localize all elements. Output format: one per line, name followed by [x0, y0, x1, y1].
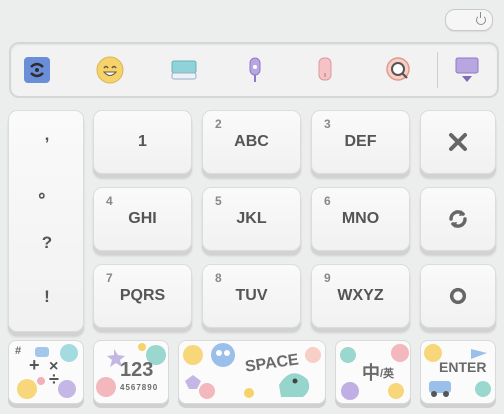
enter-key-label: ENTER: [439, 359, 487, 375]
delete-icon: [421, 111, 495, 173]
keyboard-icon[interactable]: [168, 54, 200, 86]
microphone-icon[interactable]: [239, 54, 271, 86]
language-switch-sub: /英: [380, 368, 395, 380]
key-7-label: PQRS: [119, 287, 166, 304]
toolbar-divider: [437, 52, 438, 88]
keyboard-toolbar: [9, 42, 499, 98]
key-9-label: WXYZ: [337, 287, 384, 304]
punct-exclamation-key[interactable]: !: [9, 287, 85, 307]
numbers-key-sub: 4567890: [120, 383, 159, 392]
key-2-label: ABC: [234, 133, 269, 150]
punct-period-key[interactable]: 。: [9, 177, 85, 202]
hide-keyboard-icon[interactable]: [451, 54, 483, 86]
refresh-icon: [421, 188, 495, 250]
emoji-icon[interactable]: [94, 54, 126, 86]
symbols-key-label: #: [15, 345, 22, 357]
enter-key[interactable]: ENTER: [420, 340, 496, 404]
key-8[interactable]: 8 TUV: [202, 264, 301, 328]
key-1-label: 1: [138, 133, 147, 150]
punct-comma-key[interactable]: ,: [9, 125, 85, 145]
key-4[interactable]: 4 GHI: [93, 187, 192, 251]
search-icon[interactable]: [383, 54, 415, 86]
key-8-label: TUV: [235, 287, 268, 304]
numbers-key[interactable]: 123 4567890: [93, 340, 169, 404]
power-toggle-button[interactable]: [445, 9, 493, 31]
language-switch-main: 中: [362, 363, 380, 383]
key-3[interactable]: 3 DEF: [311, 110, 410, 174]
reset-key[interactable]: [420, 264, 496, 328]
delete-key[interactable]: [420, 110, 496, 174]
key-6[interactable]: 6 MNO: [311, 187, 410, 251]
reset-icon: [421, 265, 495, 327]
numbers-key-label: 123: [120, 359, 154, 381]
punctuation-column: , 。 ? !: [8, 110, 84, 332]
key-2[interactable]: 2 ABC: [202, 110, 301, 174]
refresh-key[interactable]: [420, 187, 496, 251]
power-icon: [476, 12, 486, 25]
key-5-label: JKL: [236, 210, 267, 227]
usb-icon[interactable]: [309, 54, 341, 86]
key-9[interactable]: 9 WXYZ: [311, 264, 410, 328]
key-1[interactable]: 1: [93, 110, 192, 174]
svg-text:+: +: [29, 355, 40, 375]
space-key[interactable]: SPACE: [178, 340, 326, 404]
key-4-label: GHI: [128, 210, 157, 227]
punct-question-key[interactable]: ?: [9, 233, 85, 253]
svg-text:×: ×: [49, 358, 58, 375]
key-7[interactable]: 7 PQRS: [93, 264, 192, 328]
symbols-key[interactable]: ÷ + × #: [8, 340, 84, 404]
language-switch-key[interactable]: 中 /英: [335, 340, 411, 404]
key-5[interactable]: 5 JKL: [202, 187, 301, 251]
key-3-label: DEF: [344, 133, 377, 150]
swype-logo-icon[interactable]: [21, 54, 53, 86]
key-6-label: MNO: [341, 210, 380, 227]
